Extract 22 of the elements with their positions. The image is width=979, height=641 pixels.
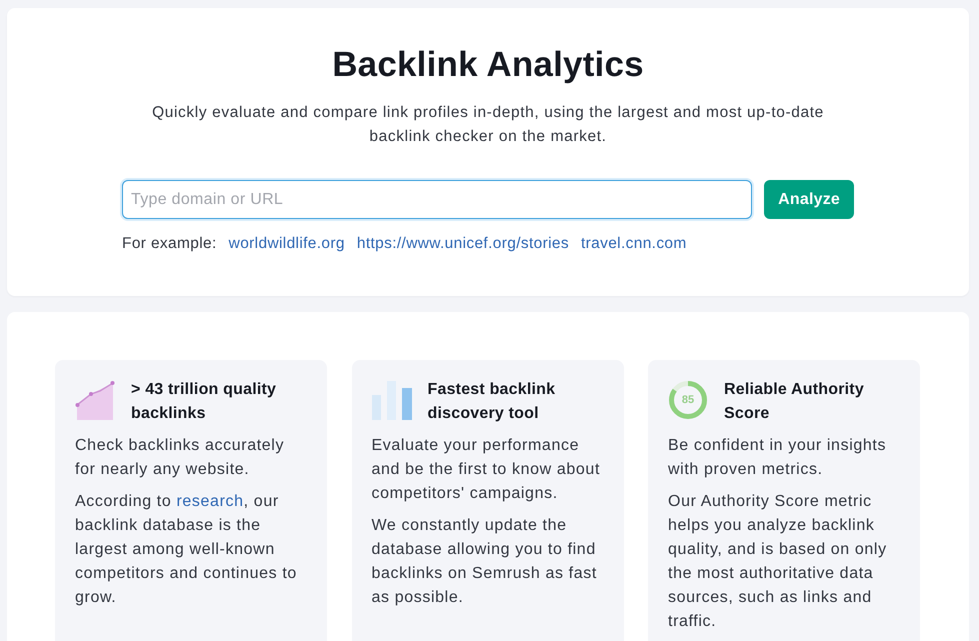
feature-title: Reliable Authority Score bbox=[724, 380, 865, 424]
feature-description: We constantly update the database allowing you to find backlinks on Semrush as fast as possible. bbox=[372, 516, 598, 608]
feature-description: Our Authority Score metric helps you analyze backlink quality, and is based on only the most authoritative data sources, such as links and traffic. bbox=[668, 492, 888, 632]
example-link[interactable]: worldwildlife.org bbox=[228, 232, 345, 256]
feature-title: Fastest backlink discovery tool bbox=[428, 380, 556, 424]
feature-description: According to research, our backlink database is the largest among well-known competitors and continues to grow. bbox=[75, 492, 298, 608]
example-link[interactable]: https://www.unicef.org/stories bbox=[356, 232, 569, 256]
area-chart-icon bbox=[75, 380, 115, 420]
ring-icon bbox=[668, 380, 708, 420]
page-subtitle: Quickly evaluate and compare link profiles in-depth, using the largest and most up-to-date backlink checker on the market. bbox=[151, 103, 825, 147]
example-link[interactable]: travel.cnn.com bbox=[580, 232, 687, 256]
research-link[interactable]: research bbox=[176, 493, 244, 510]
page-title: Backlink Analytics bbox=[332, 44, 644, 86]
feature-description: Check backlinks accurately for nearly any website. bbox=[75, 436, 286, 480]
feature-description: Be confident in your insights with proven metrics. bbox=[668, 436, 888, 480]
bar-chart-icon bbox=[372, 380, 412, 420]
analyze-button[interactable]: Analyze bbox=[764, 180, 854, 219]
domain-input-field[interactable]: Type domain or URL bbox=[122, 180, 752, 219]
feature-title: > 43 trillion quality backlinks bbox=[131, 380, 278, 424]
examples-label: For example: bbox=[122, 234, 217, 254]
feature-description: Evaluate your performance and be the first to know about competitors' campaigns. bbox=[372, 436, 602, 504]
score-value: 85 bbox=[682, 394, 694, 406]
